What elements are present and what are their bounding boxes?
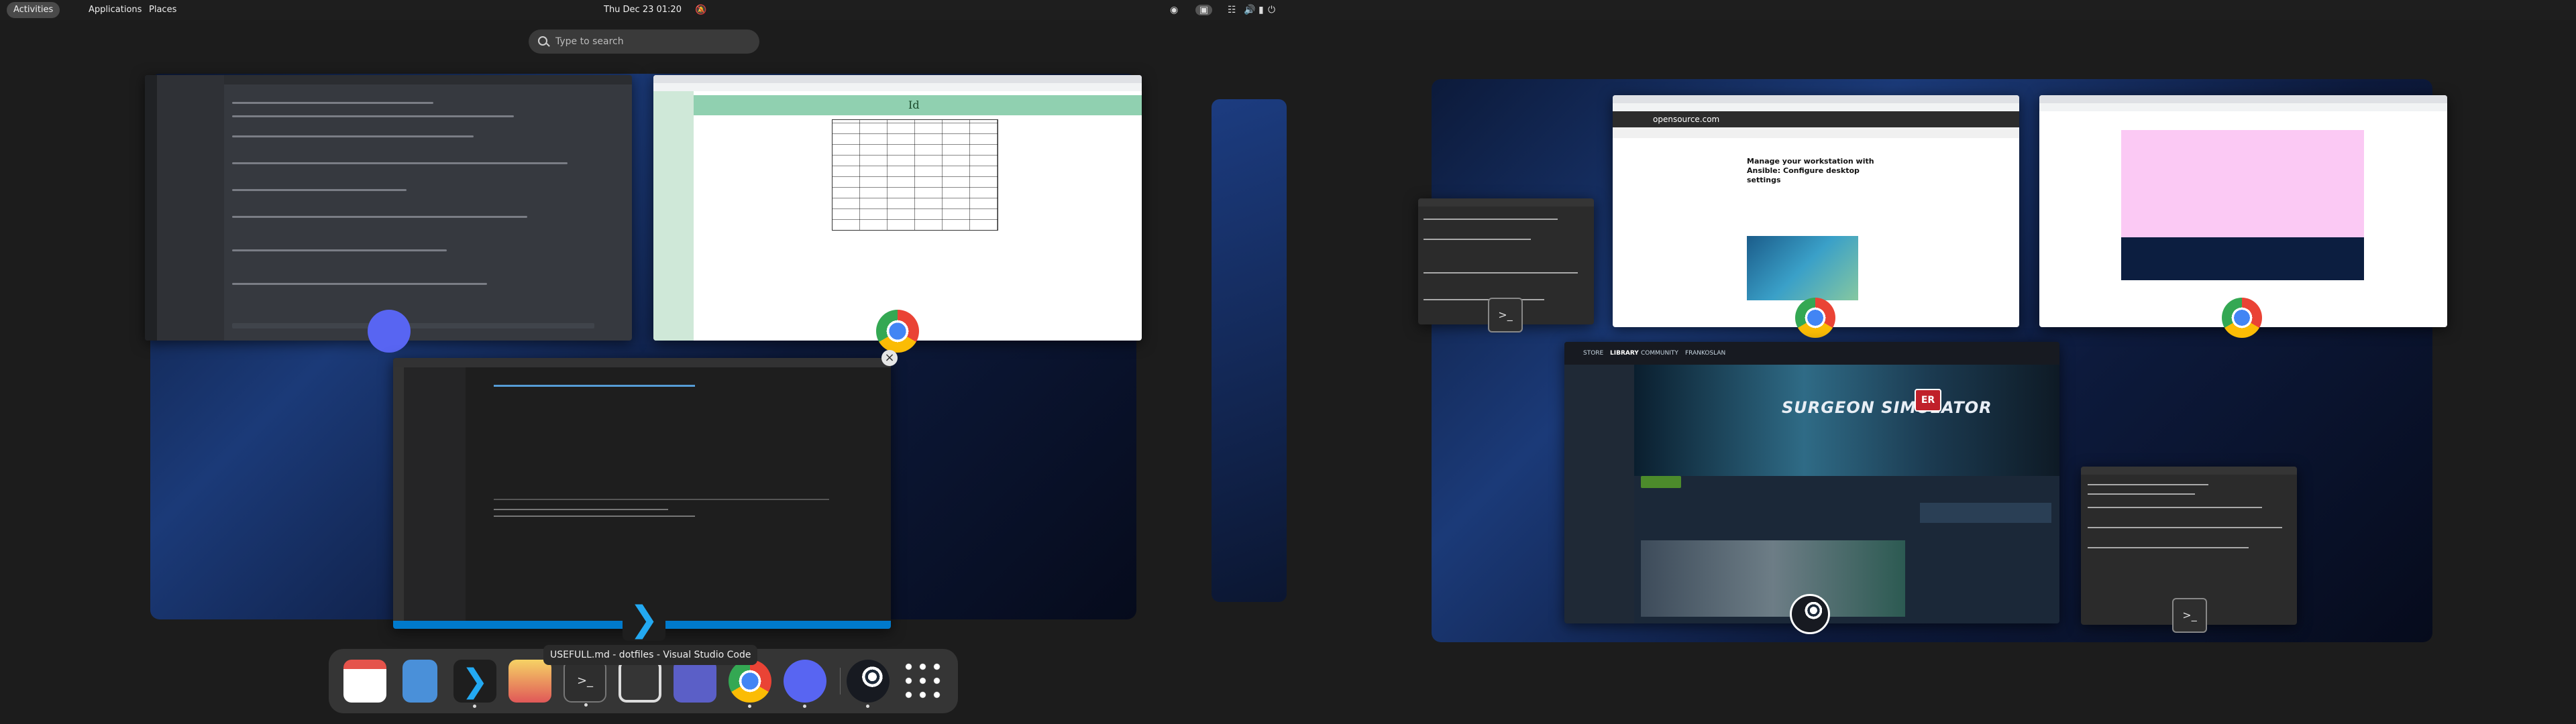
calendar-icon[interactable]	[343, 660, 386, 703]
app-grid-icon[interactable]	[902, 660, 945, 703]
software-icon[interactable]	[508, 660, 551, 703]
activity-bar	[393, 367, 404, 621]
address-bar	[2039, 103, 2447, 111]
address-bar	[1613, 103, 2019, 111]
screenshot-icon[interactable]	[619, 660, 661, 703]
terminal-icon: >_	[2172, 598, 2207, 633]
window-titlebar	[393, 358, 891, 367]
message-line	[232, 216, 527, 218]
news-thumbnails	[2121, 237, 2364, 280]
nav-community[interactable]: COMMUNITY	[1641, 350, 1678, 357]
achievements	[1920, 503, 2051, 523]
tab-strip	[653, 75, 1142, 83]
terminal-icon: >_	[1488, 298, 1523, 333]
clock[interactable]: Thu Dec 23 01:20	[597, 2, 688, 18]
vscode-icon: ❯	[623, 598, 665, 641]
window-titlebar	[1418, 198, 1594, 206]
game-list	[1564, 365, 1634, 623]
close-window-button[interactable]: ×	[881, 350, 898, 366]
message-line	[232, 189, 407, 191]
top-bar: Activities Applications Places Thu Dec 2…	[0, 0, 2576, 20]
steam-nav: STORE LIBRARY COMMUNITY FRANKOSLAN	[1564, 342, 2059, 365]
message-line	[232, 115, 514, 117]
notifications-muted-icon[interactable]: 🔕	[695, 5, 706, 15]
nav-store[interactable]: STORE	[1583, 350, 1603, 357]
battery-icon[interactable]: ▮	[1258, 5, 1264, 15]
search-bar[interactable]	[529, 29, 759, 54]
chrome-icon	[876, 310, 919, 353]
page-header: Id	[694, 95, 1142, 115]
banner	[2121, 130, 2364, 237]
steam-icon[interactable]	[847, 660, 890, 708]
activities-button[interactable]: Activities	[7, 2, 60, 18]
steam-window[interactable]: STORE LIBRARY COMMUNITY FRANKOSLAN SURGE…	[1564, 342, 2059, 623]
play-button[interactable]	[1641, 476, 1681, 488]
article-image	[1747, 236, 1858, 300]
applications-menu[interactable]: Applications	[82, 2, 148, 18]
window-titlebar	[2081, 467, 2297, 475]
game-hero: SURGEON SIMULATOR ER	[1634, 365, 2059, 476]
message-line	[232, 162, 568, 164]
discord-tray-icon[interactable]: ▣	[1195, 5, 1213, 15]
dash-separator	[840, 668, 841, 695]
page-title: Id	[908, 99, 920, 111]
server-list	[145, 75, 157, 341]
channel-list	[157, 75, 224, 341]
message-line	[232, 283, 487, 285]
text-editor-icon[interactable]	[402, 660, 437, 703]
workspace-2[interactable]	[1212, 99, 1287, 602]
chrome-icon	[2222, 298, 2262, 338]
network-icon[interactable]: ☷	[1228, 5, 1236, 15]
power-icon[interactable]: ⏻	[1268, 5, 1275, 15]
volume-icon[interactable]: 🔊	[1244, 5, 1255, 15]
article-headline: Manage your workstation with Ansible: Co…	[1747, 157, 1874, 184]
nav-library[interactable]: LIBRARY	[1610, 350, 1639, 357]
message-input	[232, 323, 594, 328]
message-line	[232, 135, 474, 137]
chrome-icon[interactable]	[729, 660, 771, 708]
vscode-icon[interactable]: ❯	[453, 660, 496, 708]
chrome-window-opensource[interactable]: opensource.com Manage your workstation w…	[1613, 95, 2019, 327]
chrome-icon	[1795, 298, 1835, 338]
chrome-window-2[interactable]	[2039, 95, 2447, 327]
site-header: opensource.com	[1613, 111, 2019, 127]
discord-icon[interactable]	[784, 660, 826, 708]
game-badge: ER	[1915, 389, 1941, 412]
search-input[interactable]	[555, 29, 750, 54]
teams-icon[interactable]	[674, 660, 716, 703]
steam-icon	[1790, 594, 1830, 634]
dash-tooltip: USEFULL.md - dotfiles - Visual Studio Co…	[543, 645, 758, 665]
tab-strip	[2039, 95, 2447, 103]
discord-window[interactable]	[145, 75, 632, 341]
site-nav	[1613, 127, 2019, 138]
message-line	[232, 102, 433, 104]
news-card	[1641, 540, 1905, 617]
search-icon	[538, 36, 547, 46]
site-logo: opensource.com	[1653, 115, 1720, 124]
terminal-icon[interactable]: >_	[564, 660, 606, 707]
message-line	[232, 249, 447, 251]
places-menu[interactable]: Places	[142, 2, 183, 18]
tab-strip	[1613, 95, 2019, 103]
nav-profile[interactable]: FRANKOSLAN	[1685, 350, 1725, 357]
game-title: SURGEON SIMULATOR	[1782, 398, 1992, 417]
explorer-panel	[404, 367, 466, 621]
discord-icon	[368, 310, 411, 353]
dropbox-icon[interactable]: ◉	[1170, 5, 1178, 15]
chrome-window[interactable]: Id	[653, 75, 1142, 341]
data-table	[832, 119, 998, 231]
vscode-window[interactable]	[393, 358, 891, 629]
address-bar	[653, 83, 1142, 91]
wiki-sidebar	[653, 91, 694, 341]
